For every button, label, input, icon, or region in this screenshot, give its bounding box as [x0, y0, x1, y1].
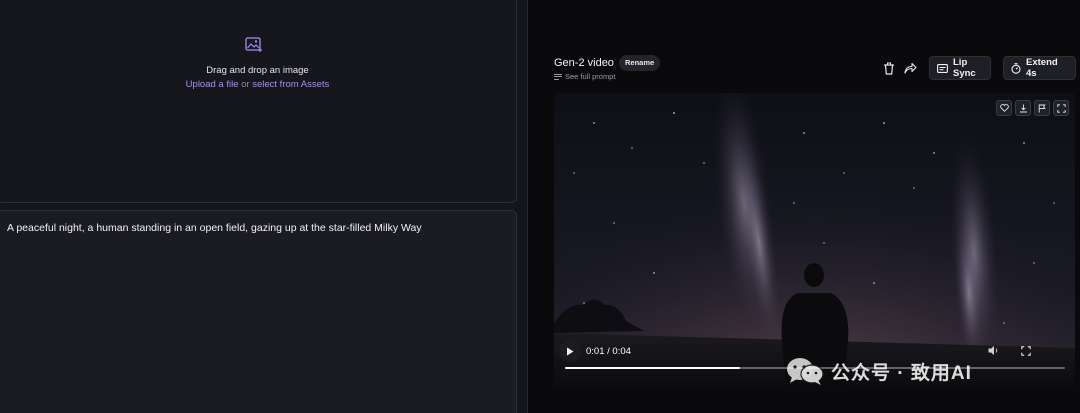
- watermark: 公众号 · 致用AI: [785, 355, 972, 387]
- left-panel: Drag and drop an image Upload a file or …: [0, 0, 527, 413]
- right-panel: Gen-2 video Rename See full prompt Lip S…: [528, 0, 1080, 413]
- rename-button[interactable]: Rename: [619, 55, 661, 71]
- image-dropzone[interactable]: Drag and drop an image Upload a file or …: [0, 0, 517, 203]
- prompt-text: A peaceful night, a human standing in an…: [7, 222, 422, 234]
- lip-sync-icon: [937, 63, 948, 73]
- watermark-text: 公众号 · 致用AI: [831, 362, 972, 384]
- download-button[interactable]: [1015, 100, 1031, 116]
- fullscreen-icon[interactable]: [1021, 346, 1031, 356]
- upload-links: Upload a file or select from Assets: [0, 79, 518, 90]
- flag-icon: [1038, 104, 1046, 112]
- see-full-prompt-label: See full prompt: [565, 72, 616, 81]
- drag-drop-text: Drag and drop an image: [206, 65, 309, 76]
- wechat-icon: [787, 358, 824, 385]
- expand-button[interactable]: [1053, 100, 1069, 116]
- image-upload-icon: [245, 37, 262, 52]
- video-title: Gen-2 video: [554, 57, 614, 69]
- trash-icon[interactable]: [883, 62, 895, 75]
- expand-icon: [1056, 103, 1066, 113]
- extend-button[interactable]: Extend 4s: [1003, 56, 1076, 80]
- video-toolbar: [996, 100, 1069, 116]
- or-text: or: [241, 79, 250, 90]
- progress-fill: [565, 367, 740, 369]
- night-sky-scene: [554, 93, 1075, 386]
- see-full-prompt-link[interactable]: See full prompt: [554, 72, 615, 81]
- report-button[interactable]: [1034, 100, 1050, 116]
- lip-sync-label: Lip Sync: [953, 57, 976, 79]
- heart-icon: [999, 104, 1009, 112]
- lines-icon: [554, 73, 562, 80]
- select-assets-link[interactable]: select from Assets: [252, 79, 329, 90]
- download-icon: [1019, 104, 1027, 112]
- favorite-button[interactable]: [996, 100, 1012, 116]
- video-player[interactable]: 0:01 / 0:04: [554, 93, 1075, 386]
- volume-icon[interactable]: [988, 345, 1000, 356]
- time-display: 0:01 / 0:04: [586, 346, 631, 357]
- extend-label: Extend 4s: [1026, 57, 1058, 79]
- play-button[interactable]: [559, 340, 581, 362]
- timer-icon: [1011, 62, 1021, 74]
- lip-sync-button[interactable]: Lip Sync: [929, 56, 991, 80]
- share-icon[interactable]: [904, 62, 917, 74]
- play-icon: [567, 347, 574, 355]
- prompt-textarea[interactable]: A peaceful night, a human standing in an…: [0, 210, 517, 413]
- app-root: Drag and drop an image Upload a file or …: [0, 0, 1080, 413]
- upload-file-link[interactable]: Upload a file: [186, 79, 239, 90]
